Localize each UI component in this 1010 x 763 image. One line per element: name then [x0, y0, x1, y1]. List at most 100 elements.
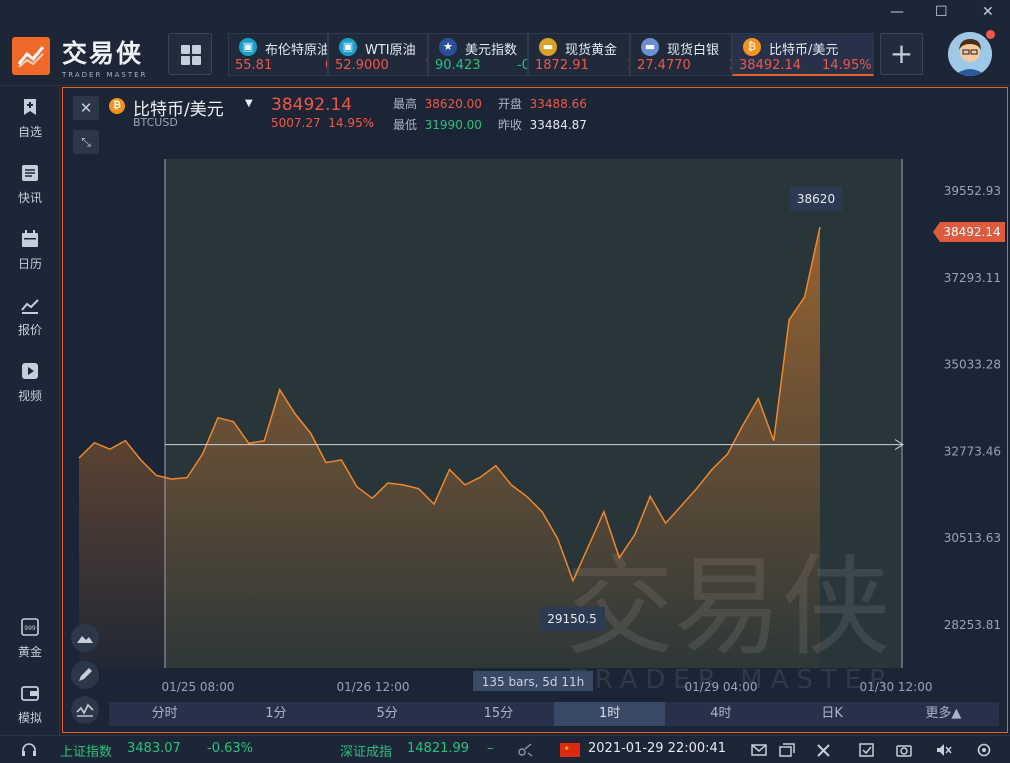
- gold-bar-icon: 999: [21, 618, 39, 636]
- ticker-name: 比特币/美元: [769, 43, 839, 58]
- ticker-name: 布伦特原油: [265, 43, 328, 58]
- headset-icon[interactable]: [20, 742, 38, 758]
- indicator-tool-button[interactable]: [71, 696, 99, 724]
- symbol-code: BTCUSD: [133, 116, 178, 129]
- price-chart[interactable]: 交易侠TRADER MASTER39552.9337293.1135033.28…: [63, 88, 1007, 732]
- timeframe-tab[interactable]: 5分: [332, 702, 443, 726]
- layout-grid-button[interactable]: [168, 33, 212, 75]
- silver-bar-icon: ▬: [641, 38, 659, 56]
- sidebar-item-video[interactable]: 视频: [0, 361, 60, 417]
- sidebar-item-label: 模拟: [17, 711, 42, 725]
- ticker-price: 1872.91: [535, 58, 589, 73]
- timeframe-tab[interactable]: 15分: [443, 702, 554, 726]
- svg-text:999: 999: [24, 625, 36, 632]
- open-stat: 开盘 33488.66: [498, 95, 587, 112]
- bitcoin-icon: ₿: [743, 38, 761, 56]
- svg-text:★: ★: [564, 745, 569, 752]
- ticker-silver[interactable]: ▬ 现货白银 27.4770 3: [630, 33, 732, 76]
- datetime: 2021-01-29 22:00:41: [588, 741, 727, 756]
- sidebar-item-label: 自选: [17, 125, 42, 139]
- timeframe-tab[interactable]: 更多▲: [888, 702, 999, 726]
- ticker-name: 美元指数: [465, 43, 518, 58]
- timeframe-tab[interactable]: 分时: [109, 702, 220, 726]
- y-tick-label: 30513.63: [944, 531, 1001, 545]
- sidebar-item-calendar[interactable]: 日历: [0, 229, 60, 285]
- sidebar-item-watchlist[interactable]: 自选: [0, 97, 60, 153]
- close-icon[interactable]: ✕: [982, 4, 994, 20]
- prev-close-value: 33484.87: [529, 118, 587, 132]
- ticker-gold[interactable]: ▬ 现货黄金 1872.91 1: [528, 33, 630, 76]
- low-stat: 最低 31990.00: [393, 116, 482, 133]
- oil-barrel-icon: ▣: [339, 38, 357, 56]
- checkbox-icon[interactable]: [858, 742, 876, 758]
- bookmark-plus-icon: [24, 99, 36, 115]
- sidebar-item-quotes[interactable]: 报价: [0, 295, 60, 351]
- ticker-price: 90.423: [435, 58, 481, 73]
- change-percent: 14.95%: [328, 116, 375, 130]
- area-chart-tool-button[interactable]: [71, 624, 99, 652]
- sidebar-item-label: 日历: [17, 257, 42, 271]
- satellite-icon[interactable]: [516, 742, 534, 758]
- maximize-icon[interactable]: ☐: [935, 4, 948, 20]
- ticker-btcusd[interactable]: ₿ 比特币/美元 38492.14 14.95%: [732, 33, 874, 76]
- current-price: 38492.14: [271, 95, 353, 115]
- prev-close-stat: 昨收 33484.87: [498, 116, 587, 133]
- chevron-down-icon[interactable]: ▼: [245, 98, 253, 109]
- china-flag-icon: ★: [560, 743, 580, 757]
- x-tick-label: 01/26 12:00: [337, 680, 410, 694]
- video-play-icon: [22, 363, 38, 379]
- pencil-icon: [79, 668, 92, 681]
- minimize-icon[interactable]: —: [890, 4, 904, 20]
- timeframe-tab[interactable]: 1分: [220, 702, 331, 726]
- notification-dot: [986, 30, 995, 39]
- status-bar: 上证指数 3483.07 -0.63% 深证成指 14821.99 – ★ 20…: [0, 735, 1010, 763]
- brand: 交易侠 TRADER MASTER: [62, 34, 162, 79]
- open-label: 开盘: [498, 97, 523, 111]
- ticker-price: 27.4770: [637, 58, 691, 73]
- ticker-wti[interactable]: ▣ WTI原油 52.9000 1: [328, 33, 428, 76]
- sidebar-item-news[interactable]: 快讯: [0, 163, 60, 219]
- avatar[interactable]: [948, 32, 992, 76]
- tools-icon[interactable]: [815, 742, 833, 758]
- gold-bar-icon: ▬: [539, 38, 557, 56]
- mute-icon[interactable]: [935, 742, 953, 758]
- ticker-name: 现货白银: [667, 43, 720, 58]
- y-tick-label: 32773.46: [944, 444, 1001, 458]
- x-tick-label: 01/30 12:00: [860, 680, 933, 694]
- collapse-chart-button[interactable]: ⤡: [73, 130, 99, 154]
- ticker-price: 52.9000: [335, 58, 389, 73]
- index-value: 3483.07: [127, 741, 181, 756]
- news-list-icon: [22, 165, 38, 181]
- timeframe-tab[interactable]: 4时: [665, 702, 776, 726]
- max-label: 38620: [797, 192, 835, 206]
- min-label: 29150.5: [547, 612, 597, 626]
- sidebar-item-demo[interactable]: 模拟: [0, 683, 60, 739]
- prev-close-label: 昨收: [498, 118, 523, 132]
- bitcoin-icon: ₿: [109, 98, 125, 114]
- ticker-dxy[interactable]: ★ 美元指数 90.423 -0: [428, 33, 528, 76]
- ticker-price: 55.81: [235, 58, 273, 73]
- timeframe-tab[interactable]: 1时: [554, 702, 666, 726]
- sidebar-item-gold[interactable]: 999 黄金: [0, 617, 60, 673]
- app-window: — ☐ ✕ 交易侠 TRADER MASTER ▣ 布伦特原油 55.81 0: [0, 0, 1010, 763]
- add-ticker-button[interactable]: +: [880, 33, 923, 75]
- high-value: 38620.00: [424, 97, 482, 111]
- x-tick-label: 01/29 04:00: [685, 680, 758, 694]
- timeframe-tab[interactable]: 日K: [777, 702, 888, 726]
- draw-tool-button[interactable]: [71, 661, 99, 689]
- calendar-icon: [22, 230, 38, 247]
- ticker-brent[interactable]: ▣ 布伦特原油 55.81 0: [228, 33, 328, 76]
- chart-panel: 交易侠TRADER MASTER39552.9337293.1135033.28…: [62, 87, 1008, 733]
- index-change: –: [487, 741, 494, 756]
- index-name[interactable]: 深证成指: [340, 741, 392, 760]
- ticker-name: WTI原油: [365, 43, 416, 58]
- x-tick-label: 01/25 08:00: [162, 680, 235, 694]
- close-chart-button[interactable]: ✕: [73, 96, 99, 120]
- y-tick-label: 39552.93: [944, 184, 1001, 198]
- windows-icon[interactable]: [778, 742, 796, 758]
- camera-icon[interactable]: [895, 742, 913, 758]
- index-name[interactable]: 上证指数: [60, 741, 112, 760]
- settings-icon[interactable]: [975, 742, 993, 758]
- mail-icon[interactable]: [750, 742, 768, 758]
- sidebar-item-label: 黄金: [17, 645, 42, 659]
